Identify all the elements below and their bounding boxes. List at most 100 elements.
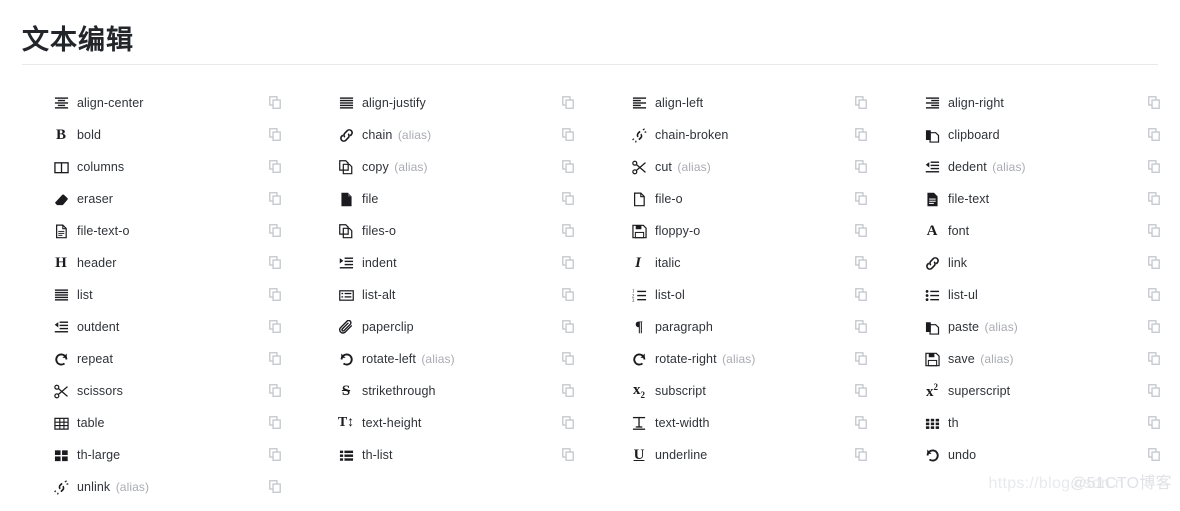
copy-icon[interactable] xyxy=(269,352,293,366)
icon-row[interactable]: align-justify xyxy=(333,87,586,119)
copy-icon[interactable] xyxy=(269,224,293,238)
copy-icon[interactable] xyxy=(855,352,879,366)
icon-row[interactable]: copy (alias) xyxy=(333,151,586,183)
copy-icon[interactable] xyxy=(1148,128,1172,142)
copy-icon[interactable] xyxy=(855,416,879,430)
icon-row[interactable]: x2 superscript xyxy=(919,375,1172,407)
icon-row[interactable]: T↕ text-height xyxy=(333,407,586,439)
copy-icon[interactable] xyxy=(562,384,586,398)
icon-row[interactable]: clipboard xyxy=(919,119,1172,151)
copy-icon[interactable] xyxy=(855,192,879,206)
icon-row[interactable]: link xyxy=(919,247,1172,279)
icon-label: list-alt xyxy=(362,288,396,302)
icon-row[interactable]: chain-broken xyxy=(626,119,879,151)
icon-row[interactable]: unlink (alias) xyxy=(48,471,293,503)
icon-row[interactable]: outdent xyxy=(48,311,293,343)
copy-icon[interactable] xyxy=(1148,256,1172,270)
copy-icon[interactable] xyxy=(562,288,586,302)
icon-row[interactable]: Afont xyxy=(919,215,1172,247)
copy-icon[interactable] xyxy=(269,128,293,142)
copy-icon[interactable] xyxy=(269,96,293,110)
icon-row[interactable]: x2 subscript xyxy=(626,375,879,407)
icon-row[interactable]: indent xyxy=(333,247,586,279)
copy-icon[interactable] xyxy=(1148,160,1172,174)
icon-row[interactable]: file xyxy=(333,183,586,215)
copy-icon[interactable] xyxy=(1148,384,1172,398)
icon-row[interactable]: columns xyxy=(48,151,293,183)
copy-icon[interactable] xyxy=(855,320,879,334)
copy-icon[interactable] xyxy=(562,352,586,366)
icon-row[interactable]: th xyxy=(919,407,1172,439)
icon-label: file xyxy=(362,192,379,206)
icon-row[interactable]: Bbold xyxy=(48,119,293,151)
icon-row[interactable]: cut (alias) xyxy=(626,151,879,183)
copy-icon[interactable] xyxy=(562,416,586,430)
copy-icon[interactable] xyxy=(855,128,879,142)
icon-row[interactable]: th-large xyxy=(48,439,293,471)
copy-icon[interactable] xyxy=(562,192,586,206)
copy-icon[interactable] xyxy=(562,320,586,334)
icon-row[interactable]: paste (alias) xyxy=(919,311,1172,343)
copy-icon[interactable] xyxy=(1148,96,1172,110)
copy-icon[interactable] xyxy=(562,448,586,462)
copy-icon[interactable] xyxy=(562,224,586,238)
copy-icon[interactable] xyxy=(855,256,879,270)
copy-icon[interactable] xyxy=(269,384,293,398)
copy-icon[interactable] xyxy=(1148,224,1172,238)
copy-icon[interactable] xyxy=(1148,320,1172,334)
copy-icon[interactable] xyxy=(1148,352,1172,366)
copy-icon[interactable] xyxy=(269,192,293,206)
icon-row[interactable]: rotate-right (alias) xyxy=(626,343,879,375)
icon-row[interactable]: file-text xyxy=(919,183,1172,215)
copy-icon[interactable] xyxy=(1148,288,1172,302)
icon-row[interactable]: list-alt xyxy=(333,279,586,311)
icon-row[interactable]: Iitalic xyxy=(626,247,879,279)
icon-row[interactable]: dedent (alias) xyxy=(919,151,1172,183)
icon-row[interactable]: Uunderline xyxy=(626,439,879,471)
icon-row[interactable]: align-center xyxy=(48,87,293,119)
icon-row[interactable]: th-list xyxy=(333,439,586,471)
icon-row[interactable]: files-o xyxy=(333,215,586,247)
icon-row[interactable]: file-text-o xyxy=(48,215,293,247)
copy-icon[interactable] xyxy=(269,256,293,270)
icon-row[interactable]: repeat xyxy=(48,343,293,375)
icon-row[interactable]: save (alias) xyxy=(919,343,1172,375)
copy-icon[interactable] xyxy=(562,160,586,174)
copy-icon[interactable] xyxy=(269,288,293,302)
copy-icon[interactable] xyxy=(562,256,586,270)
copy-icon[interactable] xyxy=(1148,448,1172,462)
copy-icon[interactable] xyxy=(855,384,879,398)
icon-row[interactable]: undo xyxy=(919,439,1172,471)
icon-row[interactable]: Hheader xyxy=(48,247,293,279)
copy-icon[interactable] xyxy=(1148,192,1172,206)
icon-row[interactable]: scissors xyxy=(48,375,293,407)
icon-row[interactable]: floppy-o xyxy=(626,215,879,247)
copy-icon[interactable] xyxy=(855,224,879,238)
icon-row[interactable]: ¶ paragraph xyxy=(626,311,879,343)
icon-row[interactable]: table xyxy=(48,407,293,439)
icon-row[interactable]: list xyxy=(48,279,293,311)
copy-icon[interactable] xyxy=(269,448,293,462)
copy-icon[interactable] xyxy=(269,416,293,430)
copy-icon[interactable] xyxy=(269,320,293,334)
icon-row[interactable]: align-left xyxy=(626,87,879,119)
icon-row[interactable]: align-right xyxy=(919,87,1172,119)
icon-row[interactable]: file-o xyxy=(626,183,879,215)
icon-row[interactable]: paperclip xyxy=(333,311,586,343)
copy-icon[interactable] xyxy=(855,96,879,110)
icon-row[interactable]: 1 2 3 list-ol xyxy=(626,279,879,311)
icon-row[interactable]: text-width xyxy=(626,407,879,439)
copy-icon[interactable] xyxy=(269,480,293,494)
icon-row[interactable]: Sstrikethrough xyxy=(333,375,586,407)
icon-row[interactable]: list-ul xyxy=(919,279,1172,311)
copy-icon[interactable] xyxy=(269,160,293,174)
copy-icon[interactable] xyxy=(855,160,879,174)
copy-icon[interactable] xyxy=(562,96,586,110)
icon-row[interactable]: eraser xyxy=(48,183,293,215)
copy-icon[interactable] xyxy=(1148,416,1172,430)
icon-row[interactable]: rotate-left (alias) xyxy=(333,343,586,375)
copy-icon[interactable] xyxy=(855,448,879,462)
copy-icon[interactable] xyxy=(855,288,879,302)
copy-icon[interactable] xyxy=(562,128,586,142)
icon-row[interactable]: chain (alias) xyxy=(333,119,586,151)
